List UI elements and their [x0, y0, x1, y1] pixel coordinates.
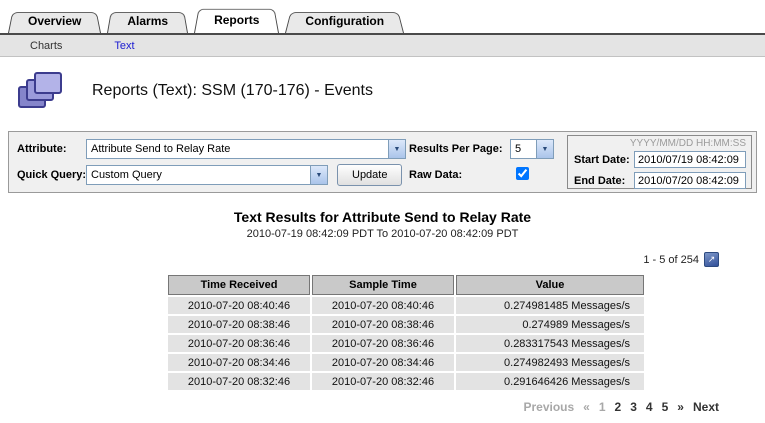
page-number-link[interactable]: 4 [646, 400, 653, 414]
table-cell: 2010-07-20 08:40:46 [312, 297, 454, 314]
table-cell: 2010-07-20 08:38:46 [312, 316, 454, 333]
tab-alarms-label: Alarms [127, 14, 168, 28]
date-range-box: YYYY/MM/DD HH:MM:SS Start Date: End Date… [567, 135, 752, 189]
chevron-down-icon [388, 140, 405, 158]
results-per-page-value: 5 [511, 143, 536, 155]
table-cell: 0.274981485 Messages/s [456, 297, 644, 314]
end-date-label: End Date: [574, 175, 625, 187]
column-header: Time Received [168, 275, 310, 295]
table-cell: 0.274982493 Messages/s [456, 354, 644, 371]
column-header: Sample Time [312, 275, 454, 295]
table-cell: 2010-07-20 08:34:46 [312, 354, 454, 371]
start-date-label: Start Date: [574, 154, 630, 166]
tab-configuration[interactable]: Configuration [285, 10, 404, 33]
subnav: Charts Text [0, 35, 765, 57]
page-number-link[interactable]: 3 [630, 400, 637, 414]
page-number-link[interactable]: 2 [615, 400, 622, 414]
attribute-label: Attribute: [17, 143, 67, 155]
results-per-page-label: Results Per Page: [409, 143, 503, 155]
export-icon[interactable] [704, 252, 719, 267]
reports-stack-icon [18, 71, 66, 111]
table-cell: 0.274989 Messages/s [456, 316, 644, 333]
tab-reports-label: Reports [214, 13, 259, 27]
table-cell: 0.283317543 Messages/s [456, 335, 644, 352]
results-table-body: 2010-07-20 08:40:462010-07-20 08:40:460.… [168, 297, 644, 390]
end-date-input[interactable] [634, 172, 746, 189]
attribute-select-value: Attribute Send to Relay Rate [87, 143, 388, 155]
table-cell: 2010-07-20 08:36:46 [168, 335, 310, 352]
quick-query-select-value: Custom Query [87, 169, 310, 181]
previous-button: Previous [523, 400, 574, 414]
table-row: 2010-07-20 08:34:462010-07-20 08:34:460.… [168, 354, 644, 371]
attribute-select[interactable]: Attribute Send to Relay Rate [86, 139, 406, 159]
update-button[interactable]: Update [337, 164, 402, 186]
chevron-down-icon [310, 166, 327, 184]
page-number-link[interactable]: 5 [662, 400, 669, 414]
results-table-header-row: Time ReceivedSample TimeValue [168, 275, 644, 295]
tab-configuration-label: Configuration [305, 14, 384, 28]
query-panel: Attribute: Attribute Send to Relay Rate … [8, 131, 757, 193]
title-block: Reports (Text): SSM (170-176) - Events [0, 57, 765, 117]
raw-data-label: Raw Data: [409, 169, 462, 181]
table-cell: 2010-07-20 08:40:46 [168, 297, 310, 314]
tab-overview-label: Overview [28, 14, 81, 28]
results-title: Text Results for Attribute Send to Relay… [0, 209, 765, 225]
table-cell: 2010-07-20 08:36:46 [312, 335, 454, 352]
table-cell: 2010-07-20 08:32:46 [312, 373, 454, 390]
table-cell: 2010-07-20 08:34:46 [168, 354, 310, 371]
pagination-pages: 12345 [599, 400, 668, 414]
table-row: 2010-07-20 08:40:462010-07-20 08:40:460.… [168, 297, 644, 314]
table-cell: 2010-07-20 08:38:46 [168, 316, 310, 333]
page-number-current: 1 [599, 400, 606, 414]
chevron-down-icon [536, 140, 553, 158]
results-subtitle: 2010-07-19 08:42:09 PDT To 2010-07-20 08… [0, 228, 765, 240]
page-title: Reports (Text): SSM (170-176) - Events [92, 82, 373, 100]
reports-text-page: Overview Alarms Reports Configuration Ch… [0, 0, 765, 423]
subnav-item-charts[interactable]: Charts [30, 35, 62, 56]
subnav-item-text[interactable]: Text [114, 35, 134, 56]
start-date-input[interactable] [634, 151, 746, 168]
results-table: Time ReceivedSample TimeValue 2010-07-20… [166, 273, 646, 392]
range-row: 1 - 5 of 254 [0, 252, 765, 267]
quick-query-label: Quick Query: [17, 169, 86, 181]
date-format-hint: YYYY/MM/DD HH:MM:SS [630, 138, 746, 149]
next-arrow-icon[interactable]: » [677, 400, 684, 414]
next-button[interactable]: Next [693, 400, 719, 414]
table-row: 2010-07-20 08:32:462010-07-20 08:32:460.… [168, 373, 644, 390]
results-per-page-select[interactable]: 5 [510, 139, 554, 159]
range-info: 1 - 5 of 254 [643, 254, 699, 266]
tab-bar: Overview Alarms Reports Configuration [0, 0, 765, 35]
tab-reports[interactable]: Reports [194, 6, 279, 33]
tab-alarms[interactable]: Alarms [107, 10, 188, 33]
table-row: 2010-07-20 08:38:462010-07-20 08:38:460.… [168, 316, 644, 333]
pagination: Previous « 12345 » Next [0, 400, 765, 414]
raw-data-checkbox[interactable] [516, 167, 529, 180]
table-row: 2010-07-20 08:36:462010-07-20 08:36:460.… [168, 335, 644, 352]
previous-arrow-icon: « [583, 400, 590, 414]
table-cell: 0.291646426 Messages/s [456, 373, 644, 390]
quick-query-select[interactable]: Custom Query [86, 165, 328, 185]
column-header: Value [456, 275, 644, 295]
tab-overview[interactable]: Overview [8, 10, 101, 33]
table-cell: 2010-07-20 08:32:46 [168, 373, 310, 390]
